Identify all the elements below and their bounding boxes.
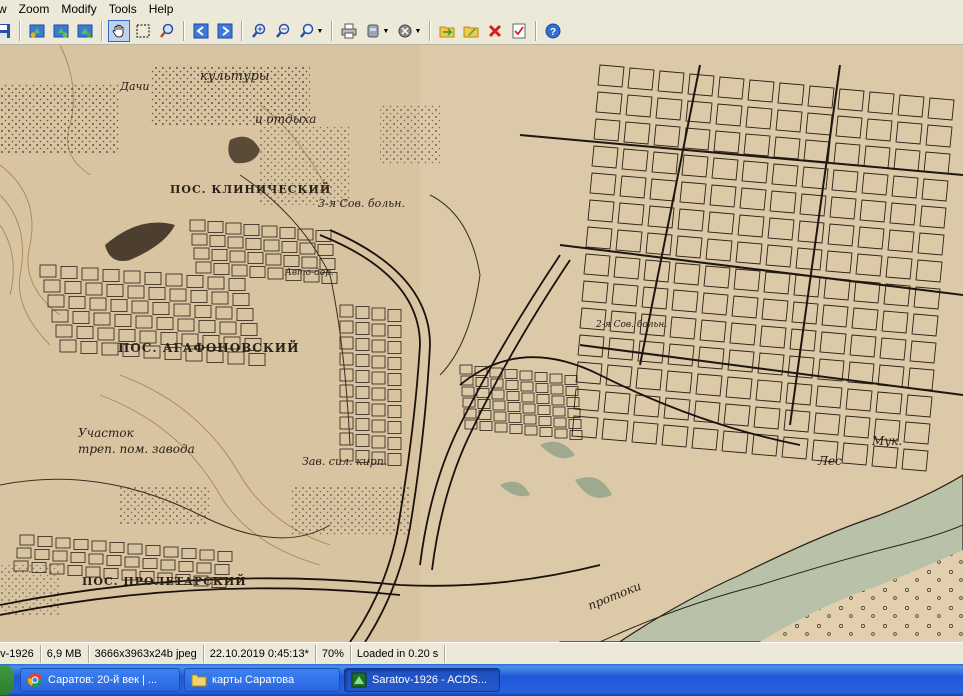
menu-tools[interactable]: Tools [103,0,143,18]
status-loadtime: Loaded in 0.20 s [351,644,446,663]
zoom-lens-icon [160,23,174,38]
toolbar-separator [101,21,103,41]
menu-view[interactable]: w [0,0,13,18]
menu-modify[interactable]: Modify [55,0,102,18]
prev-image-button[interactable] [190,20,212,42]
chevron-down-icon: ▼ [316,27,324,35]
map-label-les: Лес [817,454,842,468]
taskbar-item-label: карты Саратова [212,674,295,686]
filter-dropdown-button[interactable]: ▼ [394,20,424,42]
map-label-kultury: культуры [200,69,269,84]
zoom-out-icon [276,23,290,38]
zoom-in-button[interactable] [248,20,270,42]
map-label-sov-boln: 3-я Сов. больн. [318,197,405,210]
status-dimensions: 3666x3963x24b jpeg [89,644,204,663]
edit-icon [463,26,479,38]
zoom-dropdown-icon [299,23,313,38]
rotate-left-icon [29,24,45,38]
acdsee-icon [351,672,367,688]
status-zoom[interactable]: 70% [316,644,351,663]
taskbar-item-label: Саратов: 20-й век | ... [48,674,158,686]
status-filename: ov-1926 [0,644,41,663]
taskbar-item-acdsee[interactable]: Saratov-1926 - ACDS... [344,668,500,692]
help-icon: ? [545,23,561,39]
select-rect-icon [136,24,150,38]
filter-dropdown-icon [398,24,412,38]
chrome-icon [27,672,43,688]
zoom-out-button[interactable] [272,20,294,42]
select-rect-button[interactable] [132,20,154,42]
map-image: культуры Дачи и отдыха 3-я Сов. больн. А… [0,45,963,642]
next-image-button[interactable] [214,20,236,42]
save-button[interactable] [0,20,14,42]
folder-icon [191,672,207,688]
hand-pan-button[interactable] [108,20,130,42]
open-folder-button[interactable] [436,20,458,42]
map-label-pos-agafonovsky: ПОС. АГАФОНОВСКИЙ [118,339,299,355]
fit-icon [77,24,93,38]
rotate-left-button[interactable] [26,20,48,42]
map-label-pos-proletarsky: ПОС. ПРОЛЕТАРСКИЙ [82,573,247,588]
scanner-dropdown-icon [367,24,379,38]
toolbar-separator [331,21,333,41]
status-filesize: 6,9 MB [41,644,89,663]
map-label-zav-sil-kirp: Зав. сил. кирп. [302,455,387,468]
delete-icon [488,24,502,38]
status-datetime: 22.10.2019 0:45:13* [204,644,316,663]
map-label-pos-klinichesky: ПОС. КЛИНИЧЕСКИЙ [170,181,331,196]
print-icon [341,23,357,39]
menu-zoom[interactable]: Zoom [13,0,56,18]
toolbar-separator [19,21,21,41]
fit-button[interactable] [74,20,96,42]
map-label-otdykha: и отдыха [255,112,316,126]
taskbar: Саратов: 20-й век | ... карты Саратова S… [0,664,963,696]
next-image-icon [217,23,233,39]
map-label-muk: Мук. [871,434,902,448]
menu-bar: w Zoom Modify Tools Help [0,0,963,18]
rotate-right-button[interactable] [50,20,72,42]
map-label-trep-pom: треп. пом. завода [78,442,195,456]
toolbar: ▼ ▼ ▼ ? [0,18,963,45]
delete-button[interactable] [484,20,506,42]
edit-button[interactable] [460,20,482,42]
toolbar-separator [429,21,431,41]
toolbar-separator [183,21,185,41]
scanner-dropdown-button[interactable]: ▼ [362,20,392,42]
rotate-right-icon [53,24,69,38]
chevron-down-icon: ▼ [414,27,422,35]
zoom-in-icon [252,23,266,38]
prev-image-icon [193,23,209,39]
properties-button[interactable] [508,20,530,42]
help-button[interactable]: ? [542,20,564,42]
taskbar-item-chrome[interactable]: Саратов: 20-й век | ... [20,668,180,692]
open-folder-icon [439,26,455,38]
start-button[interactable] [0,665,14,695]
svg-text:?: ? [550,27,556,38]
map-label-uchastok: Участок [78,426,135,440]
map-label-avto-dor: Авто-дор. [284,268,334,278]
zoom-lens-button[interactable] [156,20,178,42]
toolbar-separator [535,21,537,41]
chevron-down-icon: ▼ [382,27,390,35]
taskbar-item-folder[interactable]: карты Саратова [184,668,340,692]
zoom-dropdown-button[interactable]: ▼ [296,20,326,42]
hand-pan-icon [112,24,124,38]
menu-help[interactable]: Help [143,0,180,18]
image-viewport[interactable]: культуры Дачи и отдыха 3-я Сов. больн. А… [0,45,963,642]
toolbar-separator [241,21,243,41]
save-icon [0,24,10,38]
map-label-dachi: Дачи [119,80,149,93]
taskbar-item-label: Saratov-1926 - ACDS... [372,674,487,686]
print-button[interactable] [338,20,360,42]
map-label-sov-boln2: 2-я Сов. больн. [595,319,667,330]
properties-icon [512,23,526,39]
status-bar: ov-1926 6,9 MB 3666x3963x24b jpeg 22.10.… [0,642,963,664]
